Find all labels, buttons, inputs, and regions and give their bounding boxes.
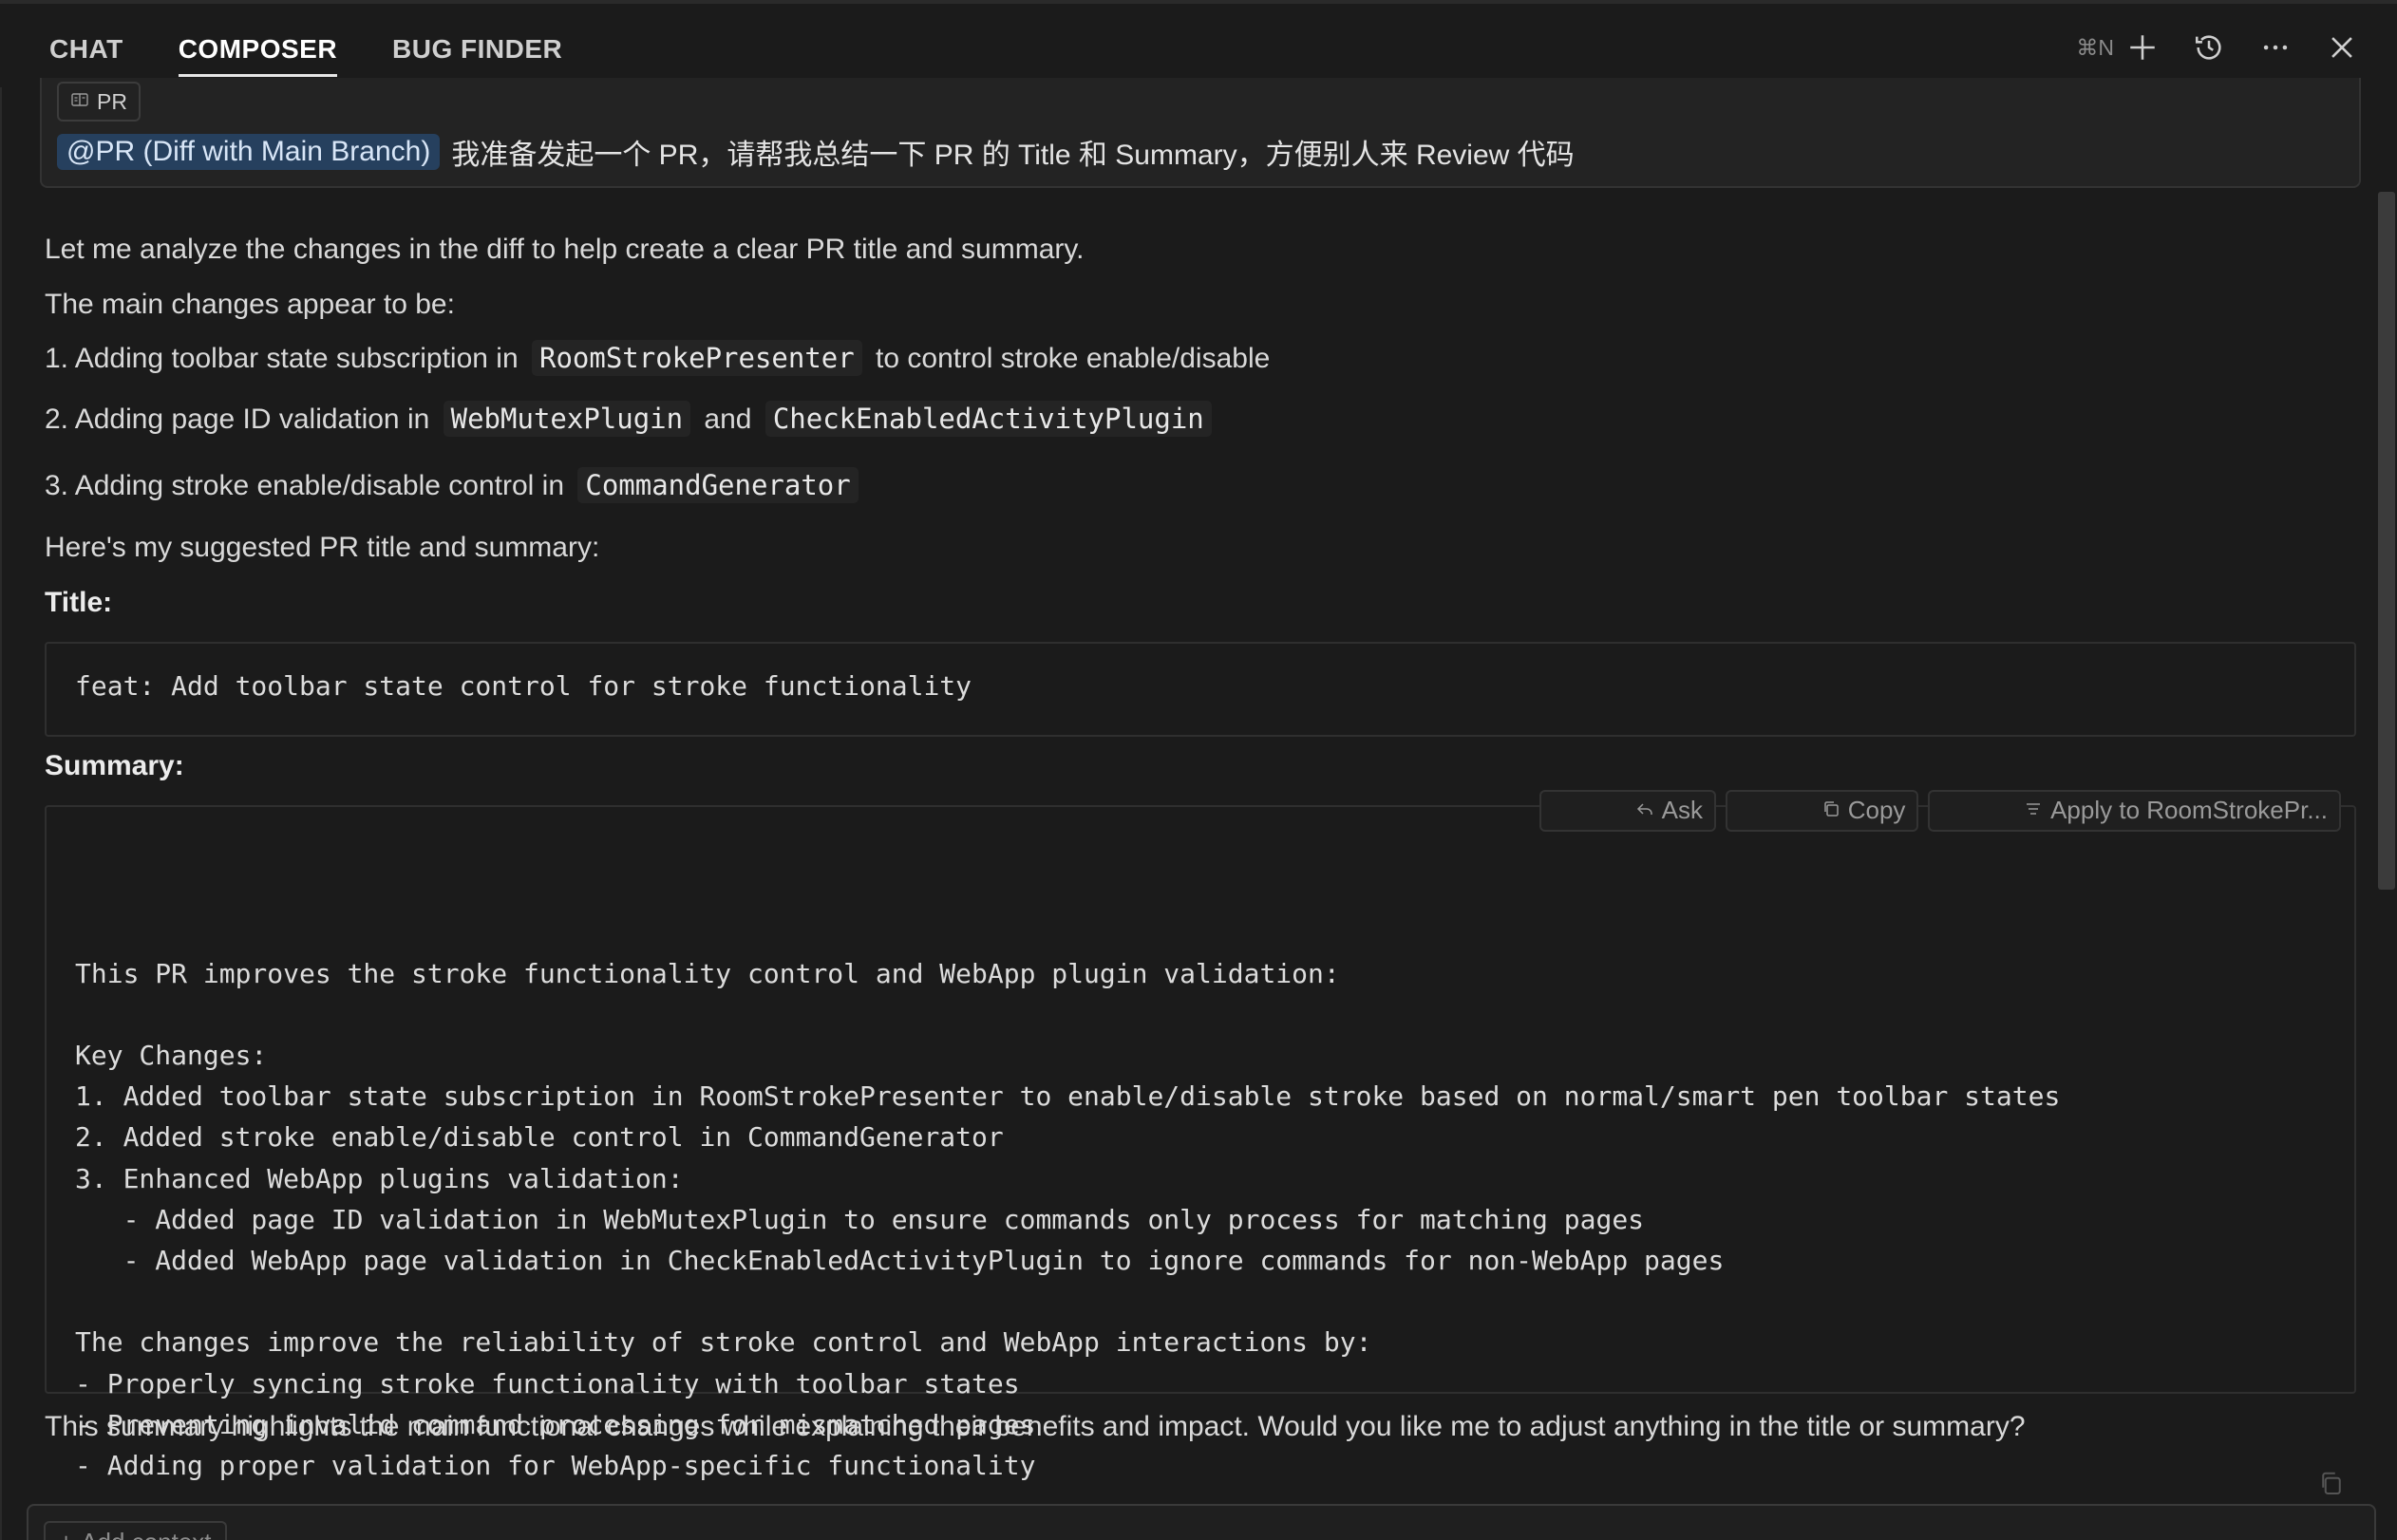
composer-panel: CHAT COMPOSER BUG FINDER ⌘N PR @PR (Diff… bbox=[0, 0, 2397, 1540]
apply-icon bbox=[1941, 749, 2043, 873]
more-icon[interactable] bbox=[2258, 30, 2293, 65]
tab-chat[interactable]: CHAT bbox=[49, 27, 123, 77]
tab-composer[interactable]: COMPOSER bbox=[178, 27, 338, 77]
context-chip-pr[interactable]: PR bbox=[57, 82, 141, 122]
scrollbar[interactable] bbox=[2376, 87, 2397, 1540]
list-item: 2. Adding page ID validation in WebMutex… bbox=[45, 401, 1217, 437]
list-item: 3. Adding stroke enable/disable control … bbox=[45, 467, 864, 503]
chip-label: PR bbox=[97, 88, 127, 114]
code-block-actions: Ask Copy Apply to RoomStrokePr... bbox=[1538, 790, 2341, 832]
inline-code: CheckEnabledActivityPlugin bbox=[764, 401, 1212, 437]
close-icon[interactable] bbox=[2325, 30, 2359, 65]
response-closing: This summary highlights the main functio… bbox=[45, 1411, 2026, 1442]
add-context-button[interactable]: + Add context bbox=[44, 1521, 227, 1540]
main-changes-heading: The main changes appear to be: bbox=[45, 289, 455, 320]
scrollbar-thumb[interactable] bbox=[2378, 192, 2395, 890]
title-code-block[interactable]: feat: Add toolbar state control for stro… bbox=[45, 642, 2356, 737]
user-message[interactable]: PR @PR (Diff with Main Branch) 我准备发起一个 P… bbox=[40, 78, 2361, 188]
panel-left-border bbox=[0, 87, 2, 1540]
apply-button[interactable]: Apply to RoomStrokePr... bbox=[1928, 790, 2341, 832]
inline-code: RoomStrokePresenter bbox=[531, 340, 862, 376]
copy-icon[interactable] bbox=[2317, 1470, 2346, 1498]
response-intro: Let me analyze the changes in the diff t… bbox=[45, 234, 1085, 265]
summary-code-block[interactable]: Ask Copy Apply to RoomStrokePr... This P… bbox=[45, 790, 2356, 1481]
history-icon[interactable] bbox=[2192, 30, 2226, 65]
summary-code-text: This PR improves the stroke functionalit… bbox=[75, 957, 2061, 1482]
plus-icon[interactable] bbox=[2125, 30, 2160, 65]
user-message-text: @PR (Diff with Main Branch) 我准备发起一个 PR，请… bbox=[57, 131, 1575, 173]
inline-code: WebMutexPlugin bbox=[443, 401, 691, 437]
new-shortcut-hint: ⌘N bbox=[2076, 34, 2114, 60]
tab-bar: CHAT COMPOSER BUG FINDER bbox=[49, 27, 617, 77]
copy-icon bbox=[1739, 749, 1840, 873]
header-actions: ⌘N bbox=[2076, 30, 2359, 65]
pr-file-icon bbox=[70, 89, 89, 115]
composer-input[interactable]: + Add context bbox=[27, 1504, 2376, 1540]
summary-label: Summary: bbox=[45, 750, 184, 781]
plus-icon: + bbox=[59, 1528, 73, 1540]
suggested-heading: Here's my suggested PR title and summary… bbox=[45, 532, 600, 563]
inline-code: CommandGenerator bbox=[577, 467, 859, 503]
tab-bug-finder[interactable]: BUG FINDER bbox=[392, 27, 562, 77]
list-item: 1. Adding toolbar state subscription in … bbox=[45, 340, 1271, 376]
pr-mention[interactable]: @PR (Diff with Main Branch) bbox=[57, 134, 441, 170]
copy-button[interactable]: Copy bbox=[1726, 790, 1919, 832]
ask-button[interactable]: Ask bbox=[1538, 790, 1717, 832]
user-prompt: 我准备发起一个 PR，请帮我总结一下 PR 的 Title 和 Summary，… bbox=[451, 140, 1575, 171]
title-label: Title: bbox=[45, 587, 113, 618]
reply-icon bbox=[1553, 749, 1654, 873]
